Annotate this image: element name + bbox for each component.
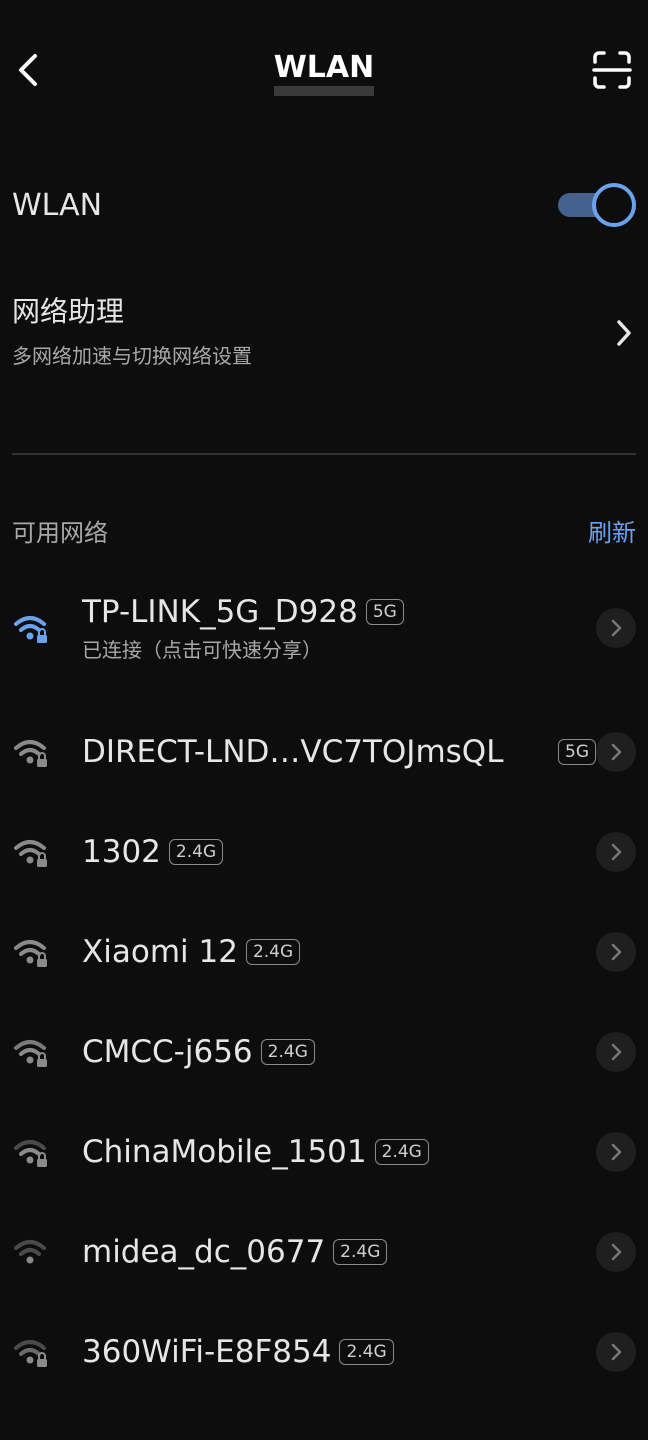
chevron-right-icon [611,1243,622,1261]
wifi-locked-icon [14,616,47,643]
network-assistant-subtitle: 多网络加速与切换网络设置 [12,344,252,368]
network-item[interactable]: ChinaMobile_1501 2.4G [12,1112,636,1192]
network-info: DIRECT-LND…VC7TOJmsQL 5G [82,712,596,792]
network-assistant-row[interactable]: 网络助理 多网络加速与切换网络设置 [12,290,636,380]
header: WLAN [0,0,648,140]
wifi-locked-icon [14,940,47,967]
refresh-button[interactable]: 刷新 [588,513,636,548]
network-info: 1302 2.4G [82,812,586,892]
chevron-right-icon [611,943,622,961]
network-item[interactable]: 1302 2.4G [12,812,636,892]
network-info: TP-LINK_5G_D928 5G 已连接（点击可快速分享） [82,588,586,668]
network-name: 360WiFi-E8F854 [82,1334,332,1370]
band-badge: 5G [558,739,596,765]
wlan-toggle-row: WLAN [12,170,636,240]
wifi-locked-icon [14,740,47,767]
network-name: TP-LINK_5G_D928 [82,593,358,630]
wlan-settings-page: WLAN WLAN 网络助理 多网络加速与切换网络设置 可用网络 刷新 TP-L… [0,0,648,1440]
network-details-button[interactable] [596,1032,636,1072]
scan-icon [592,51,632,89]
network-info: CMCC-j656 2.4G [82,1012,586,1092]
network-item[interactable]: TP-LINK_5G_D928 5G 已连接（点击可快速分享） [12,588,636,668]
network-item[interactable]: midea_dc_0677 2.4G [12,1212,636,1292]
wifi-locked-icon [14,1340,47,1367]
network-details-button[interactable] [596,1332,636,1372]
chevron-right-icon [611,1043,622,1061]
chevron-right-icon [617,320,631,346]
chevron-right-icon [611,1143,622,1161]
network-info: 360WiFi-E8F854 2.4G [82,1312,586,1392]
network-name: Xiaomi 12 [82,934,238,970]
band-badge: 2.4G [339,1339,394,1365]
network-name: ChinaMobile_1501 [82,1134,367,1170]
network-name: 1302 [82,834,161,870]
chevron-right-icon [611,1343,622,1361]
wifi-icon [14,1240,46,1264]
network-item[interactable]: DIRECT-LND…VC7TOJmsQL 5G [12,712,636,792]
network-details-button[interactable] [596,832,636,872]
band-badge: 5G [365,598,404,625]
wifi-locked-icon [14,1040,47,1067]
band-badge: 2.4G [333,1239,388,1265]
network-name: CMCC-j656 [82,1034,253,1070]
network-details-button[interactable] [596,1132,636,1172]
network-item[interactable]: 360WiFi-E8F854 2.4G [12,1312,636,1392]
network-name: DIRECT-LND…VC7TOJmsQL [82,734,504,770]
network-item[interactable]: CMCC-j656 2.4G [12,1012,636,1092]
network-assistant-title: 网络助理 [12,295,125,328]
wlan-label: WLAN [12,187,103,223]
chevron-right-icon [611,843,622,861]
page-title: WLAN [0,50,648,96]
band-badge: 2.4G [168,839,224,865]
toggle-knob [592,183,636,227]
network-info: Xiaomi 12 2.4G [82,912,586,992]
wifi-locked-icon [14,840,47,867]
network-info: midea_dc_0677 2.4G [82,1212,586,1292]
wlan-toggle[interactable] [556,183,636,227]
band-badge: 2.4G [245,939,301,965]
network-details-button[interactable] [596,608,636,648]
available-networks-label: 可用网络 [12,518,108,547]
network-name: midea_dc_0677 [82,1234,326,1270]
network-details-button[interactable] [596,932,636,972]
network-info: ChinaMobile_1501 2.4G [82,1112,586,1192]
chevron-right-icon [611,743,622,761]
band-badge: 2.4G [260,1039,315,1065]
band-badge: 2.4G [374,1139,429,1165]
scan-qr-button[interactable] [590,48,634,92]
network-details-button[interactable] [596,1232,636,1272]
chevron-right-icon [611,619,622,637]
network-item[interactable]: Xiaomi 12 2.4G [12,912,636,992]
connection-status: 已连接（点击可快速分享） [82,637,322,662]
available-networks-header: 可用网络 刷新 [12,510,636,550]
wifi-locked-icon [14,1140,47,1167]
network-details-button[interactable] [596,732,636,772]
divider [12,453,636,455]
